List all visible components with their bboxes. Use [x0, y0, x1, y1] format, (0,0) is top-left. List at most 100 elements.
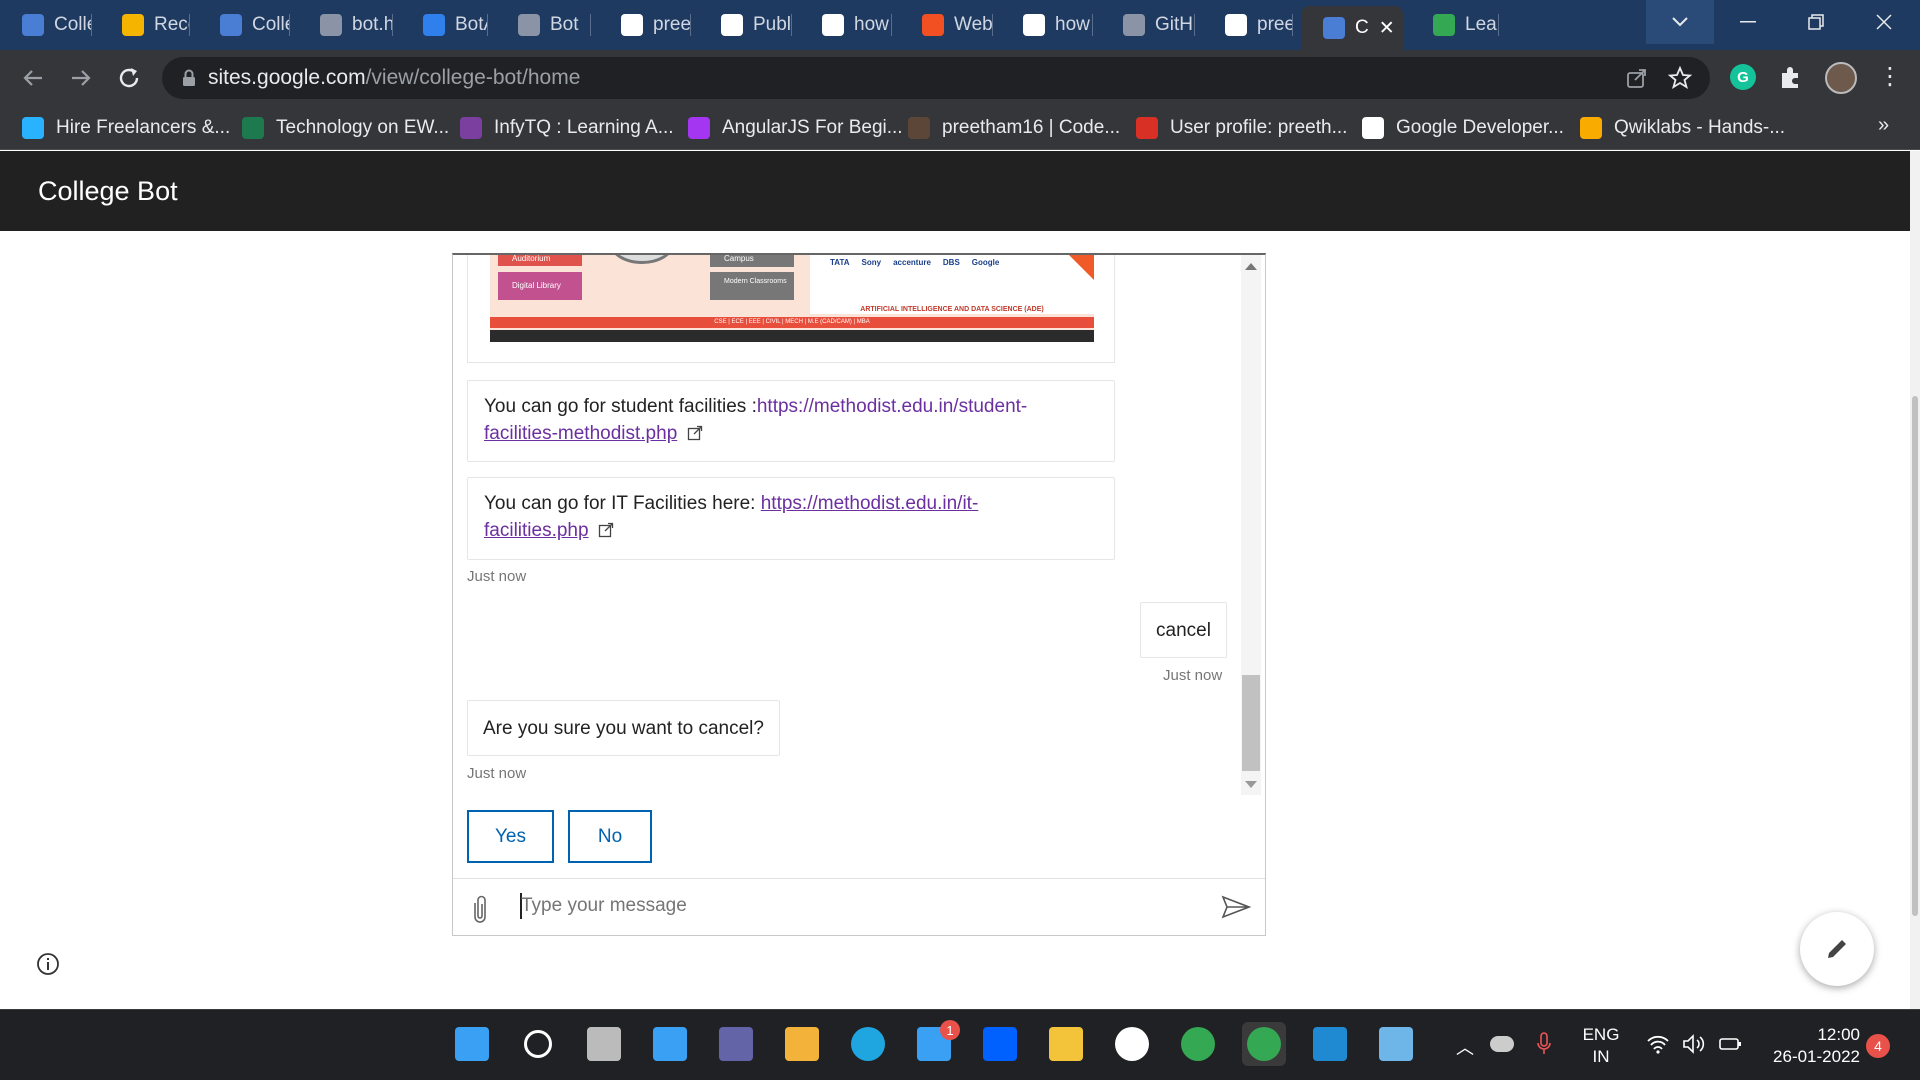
- vscode-icon[interactable]: [1308, 1022, 1352, 1066]
- avatar[interactable]: [1825, 62, 1857, 94]
- tab[interactable]: Colle: [0, 6, 92, 44]
- yes-button[interactable]: Yes: [467, 810, 554, 863]
- widgets-icon[interactable]: [648, 1022, 692, 1066]
- tab-separator: [992, 14, 993, 36]
- tab[interactable]: how: [800, 6, 892, 44]
- onedrive-icon[interactable]: [1490, 1036, 1514, 1052]
- chat-scrollbar[interactable]: [1241, 255, 1261, 795]
- message-text: Are you sure you want to cancel?: [483, 718, 764, 739]
- bookmark-item[interactable]: InfyTQ : Learning A...: [460, 114, 674, 142]
- message-input[interactable]: [521, 889, 1201, 923]
- recruiter-logo: Sony: [861, 258, 882, 267]
- external-link-icon[interactable]: [687, 425, 703, 441]
- edit-pencil-button[interactable]: [1800, 912, 1874, 986]
- bookmark-item[interactable]: Google Developer...: [1362, 114, 1564, 142]
- volume-icon[interactable]: [1682, 1034, 1708, 1059]
- reload-icon[interactable]: [114, 63, 144, 93]
- tab[interactable]: BotA: [401, 6, 488, 44]
- tab[interactable]: how: [1001, 6, 1093, 44]
- send-icon[interactable]: [1221, 895, 1252, 924]
- store-icon[interactable]: [780, 1022, 824, 1066]
- github-desktop-icon[interactable]: [1110, 1022, 1154, 1066]
- kebab-menu-icon[interactable]: ⋮: [1878, 64, 1902, 90]
- tab-separator: [891, 14, 892, 36]
- github-icon: [1225, 14, 1247, 36]
- tab-separator: [1498, 14, 1499, 36]
- bookmark-item[interactable]: Qwiklabs - Hands-...: [1580, 114, 1785, 142]
- battery-icon[interactable]: [1718, 1034, 1744, 1059]
- browser-toolbar: sites.google.com/view/college-bot/home G…: [0, 50, 1920, 106]
- no-button[interactable]: No: [568, 810, 652, 863]
- chrome-profile-icon[interactable]: [1242, 1022, 1286, 1066]
- bookmarks-bar: Hire Freelancers &... Technology on EW...…: [0, 106, 1920, 150]
- teams-chat-icon[interactable]: [714, 1022, 758, 1066]
- globe-icon: [518, 14, 540, 36]
- site-title[interactable]: College Bot: [38, 176, 178, 207]
- wifi-icon[interactable]: [1646, 1034, 1670, 1060]
- taskbar-glyph: [719, 1027, 753, 1061]
- file-explorer-icon[interactable]: [1044, 1022, 1088, 1066]
- notification-badge[interactable]: 4: [1866, 1034, 1890, 1058]
- taskbar-glyph: [653, 1027, 687, 1061]
- page-scrollbar[interactable]: [1910, 151, 1920, 1009]
- language-indicator[interactable]: ENG IN: [1576, 1024, 1626, 1068]
- close-window-icon[interactable]: [1850, 0, 1918, 44]
- bookmark-label: InfyTQ : Learning A...: [494, 117, 674, 138]
- minimize-icon[interactable]: [1714, 0, 1782, 44]
- tab-separator: [690, 14, 691, 36]
- ew-icon: [242, 117, 264, 139]
- tab[interactable]: pree: [1203, 6, 1293, 44]
- bookmark-label: User profile: preeth...: [1170, 117, 1348, 138]
- tab[interactable]: Bot: [496, 6, 591, 44]
- lock-icon[interactable]: [182, 69, 196, 87]
- tab[interactable]: bot.h: [298, 6, 393, 44]
- scroll-up-icon[interactable]: [1245, 263, 1257, 270]
- attachment-icon[interactable]: [469, 893, 491, 930]
- tab-search-icon[interactable]: [1646, 0, 1714, 44]
- extensions-icon[interactable]: [1778, 64, 1804, 95]
- clock[interactable]: 12:00 26-01-2022: [1760, 1024, 1860, 1068]
- chrome-icon[interactable]: [1176, 1022, 1220, 1066]
- bookmark-item[interactable]: User profile: preeth...: [1136, 114, 1347, 142]
- show-hidden-icons-icon[interactable]: ︿: [1456, 1034, 1474, 1060]
- bookmark-item[interactable]: AngularJS For Begi...: [688, 114, 903, 142]
- task-view-icon[interactable]: [582, 1022, 626, 1066]
- tab[interactable]: Colle: [198, 6, 290, 44]
- address-bar[interactable]: sites.google.com/view/college-bot/home: [162, 57, 1710, 99]
- tab[interactable]: Publi: [699, 6, 792, 44]
- bookmark-item[interactable]: Hire Freelancers &...: [22, 114, 230, 142]
- tab-separator: [791, 14, 792, 36]
- virtualbox-icon[interactable]: [1374, 1022, 1418, 1066]
- tab[interactable]: C ✕: [1301, 6, 1403, 50]
- bookmark-item[interactable]: preetham16 | Code...: [908, 114, 1120, 142]
- url-domain: sites.google.com: [208, 66, 366, 89]
- external-link-icon[interactable]: [598, 522, 614, 538]
- tab[interactable]: Rece: [100, 6, 190, 44]
- windows-start-icon[interactable]: [450, 1022, 494, 1066]
- image-attachment-card[interactable]: Auditorium Digital Library Campus Modern…: [467, 255, 1115, 363]
- tab-separator: [392, 14, 393, 36]
- grammarly-icon[interactable]: G: [1730, 64, 1756, 90]
- restore-icon[interactable]: [1782, 0, 1850, 44]
- scroll-thumb[interactable]: [1242, 675, 1260, 771]
- info-icon[interactable]: [36, 952, 60, 981]
- search-icon[interactable]: [516, 1022, 560, 1066]
- more-bookmarks-icon[interactable]: »: [1878, 114, 1889, 137]
- dropbox-icon[interactable]: [978, 1022, 1022, 1066]
- pencil-icon: [1828, 940, 1846, 958]
- forward-icon[interactable]: [66, 63, 96, 93]
- scroll-down-icon[interactable]: [1245, 781, 1257, 788]
- microphone-icon[interactable]: [1536, 1032, 1552, 1061]
- tab[interactable]: preet: [599, 6, 691, 44]
- share-icon[interactable]: [1626, 67, 1648, 95]
- tab[interactable]: Learr: [1411, 6, 1499, 44]
- close-tab-icon[interactable]: ✕: [1379, 17, 1395, 40]
- bookmark-star-icon[interactable]: [1667, 65, 1693, 96]
- bookmark-item[interactable]: Technology on EW...: [242, 114, 449, 142]
- tab[interactable]: GitH: [1101, 6, 1195, 44]
- back-icon[interactable]: [18, 63, 48, 93]
- tab[interactable]: Web: [900, 6, 993, 44]
- recruiter-logo: DBS: [942, 258, 960, 267]
- bookmark-label: Google Developer...: [1396, 117, 1564, 138]
- edge-icon[interactable]: [846, 1022, 890, 1066]
